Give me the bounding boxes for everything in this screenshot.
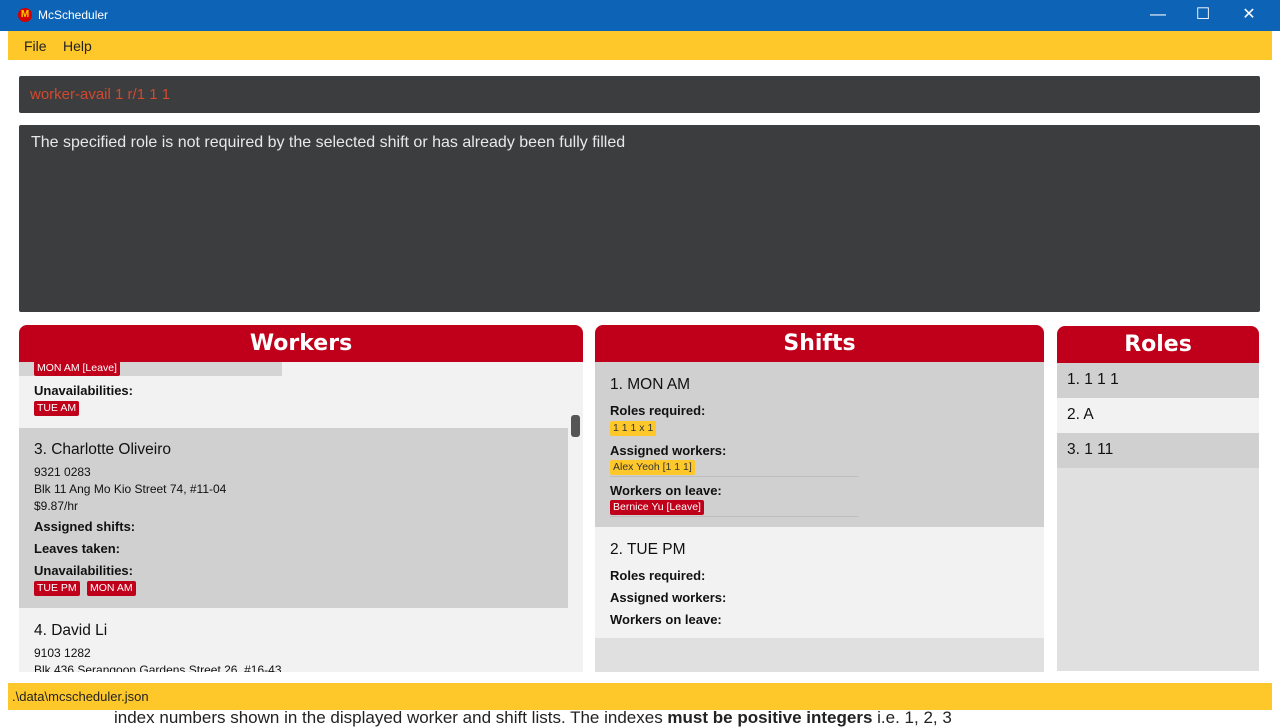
bg-text: i.e. 1, 2, 3 [872,708,952,727]
roles-required-label: Roles required: [610,568,706,583]
worker-address: Blk 436 Serangoon Gardens Street 26, #16… [34,663,282,672]
unavailabilities-label: Unavailabilities: [34,563,133,578]
worker-phone: 9103 1282 [34,646,91,660]
window-title: McScheduler [38,8,109,22]
scrollbar-thumb[interactable] [571,415,580,437]
assigned-shifts-label: Assigned shifts: [34,519,136,534]
leave-worker-tag: Bernice Yu [Leave] [610,500,704,515]
unavailability-tag: MON AM [87,581,136,596]
result-display: The specified role is not required by th… [19,125,1260,312]
background-document-text: index numbers shown in the displayed wor… [114,708,952,728]
assigned-workers-label: Assigned workers: [610,443,727,458]
main-area: worker-avail 1 r/1 1 1 The specified rol… [8,60,1272,683]
roles-panel-header: Roles [1057,326,1259,363]
role-requirement-tag: 1 1 1 x 1 [610,421,657,436]
worker-address: Blk 11 Ang Mo Kio Street 74, #11-04 [34,482,227,496]
worker-pay: $9.87/hr [34,499,79,513]
workers-on-leave-label: Workers on leave: [610,483,722,498]
app-logo-icon: M [18,8,32,22]
workers-panel-header: Workers [19,325,583,362]
roles-list[interactable]: 1. 1 1 1 2. A 3. 1 11 [1057,363,1259,671]
divider [610,516,858,517]
minimize-button[interactable]: — [1135,0,1181,31]
assigned-worker-tag: Alex Yeoh [1 1 1] [610,460,695,475]
assigned-workers-label: Assigned workers: [610,590,727,605]
workers-list[interactable]: MON AM [Leave] Unavailabilities: TUE AM … [19,362,583,672]
list-item[interactable]: 2. A [1057,398,1259,433]
role-label: 2. A [1067,406,1094,423]
role-label: 1. 1 1 1 [1067,371,1119,388]
worker-name: 3. Charlotte Oliveiro [34,441,171,458]
maximize-button[interactable]: ☐ [1180,0,1226,31]
menu-bar: File Help [8,31,1272,60]
unavailabilities-label: Unavailabilities: [34,383,133,398]
shifts-panel-header: Shifts [595,325,1044,362]
result-text: The specified role is not required by th… [31,134,626,151]
list-item[interactable]: MON AM [Leave] Unavailabilities: TUE AM [19,362,568,426]
list-item[interactable]: 1. MON AM Roles required: 1 1 1 x 1 Assi… [595,362,1044,527]
list-item[interactable]: 3. Charlotte Oliveiro 9321 0283 Blk 11 A… [19,428,568,608]
workers-on-leave-label: Workers on leave: [610,612,722,627]
app-window: M McScheduler — ☐ ✕ File Help worker-ava… [0,0,1280,727]
shift-name: 1. MON AM [610,376,691,393]
worker-name: 4. David Li [34,622,108,639]
unavailability-tag: TUE PM [34,581,80,596]
bg-text: index numbers shown in the displayed wor… [114,708,668,727]
leave-tag: MON AM [Leave] [34,362,120,376]
shifts-list[interactable]: 1. MON AM Roles required: 1 1 1 x 1 Assi… [595,362,1044,672]
title-bar: M McScheduler — ☐ ✕ [0,0,1280,31]
command-input[interactable]: worker-avail 1 r/1 1 1 [19,76,1260,113]
unavailability-tag: TUE AM [34,401,80,416]
roles-required-label: Roles required: [610,403,706,418]
worker-phone: 9321 0283 [34,465,91,479]
menu-help[interactable]: Help [63,38,92,54]
list-item[interactable]: 2. TUE PM Roles required: Assigned worke… [595,527,1044,638]
divider [610,476,858,477]
data-file-path: .\data\mcscheduler.json [12,689,149,704]
role-label: 3. 1 11 [1067,441,1114,458]
status-bar: .\data\mcscheduler.json [8,683,1272,710]
list-item[interactable]: 3. 1 11 [1057,433,1259,468]
close-button[interactable]: ✕ [1226,0,1272,31]
list-item[interactable]: 1. 1 1 1 [1057,363,1259,398]
list-item[interactable]: 4. David Li 9103 1282 Blk 436 Serangoon … [19,608,568,672]
menu-file[interactable]: File [24,38,47,54]
leave-tags-row: MON AM [Leave] [19,362,282,376]
bg-text-bold: must be positive integers [667,708,873,727]
shift-name: 2. TUE PM [610,541,686,558]
leaves-taken-label: Leaves taken: [34,541,120,556]
command-text: worker-avail 1 r/1 1 1 [30,86,171,103]
